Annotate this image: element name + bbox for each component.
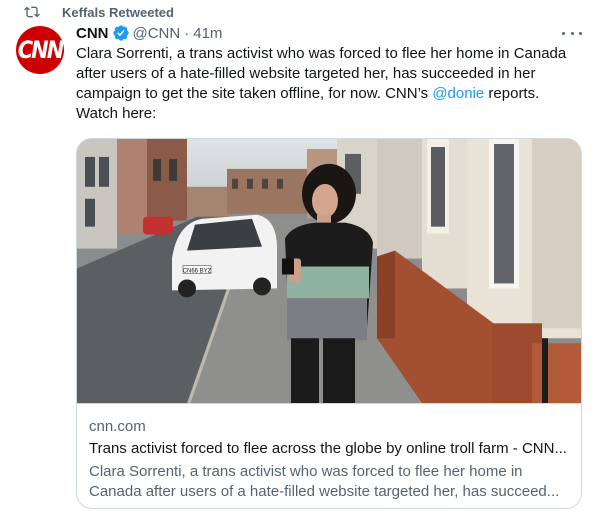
retweet-icon [24,6,40,18]
avatar[interactable]: CNN [16,26,64,74]
retweet-indicator[interactable]: Keffals Retweeted [24,3,174,21]
card-title[interactable]: Trans activist forced to flee across the… [89,439,571,459]
card-meta: cnn.com Trans activist forced to flee ac… [89,417,571,502]
car-plate-text: CN66 BYZ [183,269,212,275]
more-options-icon[interactable] [562,25,582,41]
tweet-text: Clara Sorrenti, a trans activist who was… [76,44,581,124]
card-description: Clara Sorrenti, a trans activist who was… [89,463,560,500]
retweet-label: Keffals Retweeted [62,4,174,20]
mention-link[interactable]: @donie [432,85,484,102]
tweet-timestamp[interactable]: 41m [193,25,222,42]
avatar-logo-text: CNN [17,36,64,64]
tweet-header: CNN @CNN · 41m [76,23,222,43]
author-name[interactable]: CNN [76,25,109,42]
link-card[interactable]: CN66 BYZ cnn.com Trans activist forced t… [76,138,582,509]
author-handle[interactable]: @CNN [133,25,181,42]
card-domain: cnn.com [89,418,146,435]
card-image[interactable]: CN66 BYZ [77,139,582,404]
verified-badge-icon [112,25,129,41]
separator-dot: · [184,24,190,42]
